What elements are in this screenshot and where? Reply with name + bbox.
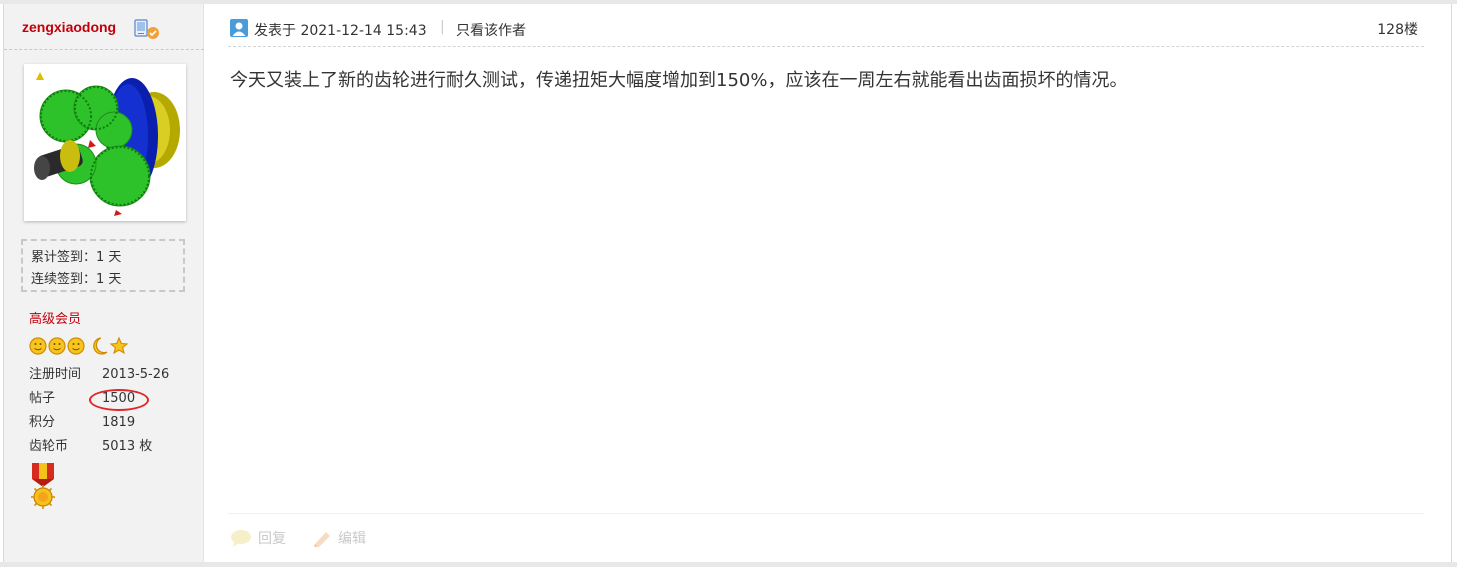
post-content: 今天又装上了新的齿轮进行耐久测试，传递扭矩大幅度增加到150%，应该在一周左右就… (230, 70, 1128, 91)
online-status-icon (134, 19, 159, 39)
gear-assembly-image (24, 64, 186, 221)
sign-in-box: 累计签到：1 天 连续签到：1 天 (21, 239, 185, 292)
moon-icon (93, 337, 108, 355)
stat-label: 积分 (29, 415, 56, 430)
highlight-annotation-ring (89, 389, 149, 411)
header-separator: | (440, 19, 445, 35)
rank-icons (29, 336, 129, 355)
rank-stars (29, 335, 139, 357)
sign-streak-value: 1 天 (96, 272, 122, 287)
floor-number-link[interactable]: 128楼 (1377, 19, 1418, 39)
author-stats: 注册时间 2013-5-26 帖子 1500 积分 1819 齿轮币 5013 枚 (29, 363, 169, 459)
sun-icon (48, 337, 66, 355)
bottom-border (0, 562, 1457, 567)
stat-label: 齿轮币 (29, 439, 69, 454)
post-header: 发表于 2021-12-14 15:43 | 只看该作者 128楼 (228, 8, 1424, 47)
stat-posts: 帖子 1500 (29, 387, 169, 411)
edit-button[interactable]: 编辑 (312, 528, 366, 548)
only-author-link[interactable]: 只看该作者 (456, 20, 526, 40)
stat-points: 积分 1819 (29, 411, 169, 435)
edit-label: 编辑 (338, 531, 366, 547)
sign-total-label: 累计签到： (31, 250, 97, 265)
stat-value: 1819 (102, 415, 136, 430)
sun-icon (67, 337, 85, 355)
sign-total-row: 累计签到：1 天 (31, 247, 183, 269)
user-icon (230, 19, 248, 37)
stat-register-date: 注册时间 2013-5-26 (29, 363, 169, 387)
author-row: zengxiaodong (4, 4, 204, 50)
sign-total-value: 1 天 (96, 250, 122, 265)
reply-label: 回复 (258, 531, 286, 547)
author-name-link[interactable]: zengxiaodong (22, 19, 116, 35)
stat-gear-coins: 齿轮币 5013 枚 (29, 435, 169, 459)
stat-label: 注册时间 (29, 367, 82, 382)
stat-value: 5013 枚 (102, 439, 153, 454)
star-icon (109, 336, 129, 355)
sign-streak-row: 连续签到：1 天 (31, 269, 183, 291)
edit-icon (314, 532, 330, 547)
sun-icon (29, 337, 47, 355)
user-group-link[interactable]: 高级会员 (29, 308, 81, 327)
sign-streak-label: 连续签到： (31, 272, 97, 287)
avatar[interactable] (24, 64, 186, 221)
reply-button[interactable]: 回复 (230, 528, 286, 548)
stat-value: 2013-5-26 (102, 367, 170, 382)
reply-icon (231, 530, 251, 547)
post-timestamp: 发表于 2021-12-14 15:43 (254, 23, 427, 39)
author-sidebar: zengxiaodong 累计签到：1 天 连续签到：1 天 高级会员 注册时间… (4, 4, 204, 562)
post-footer: 回复 编辑 (228, 513, 1424, 560)
medal-icon[interactable] (30, 463, 56, 515)
